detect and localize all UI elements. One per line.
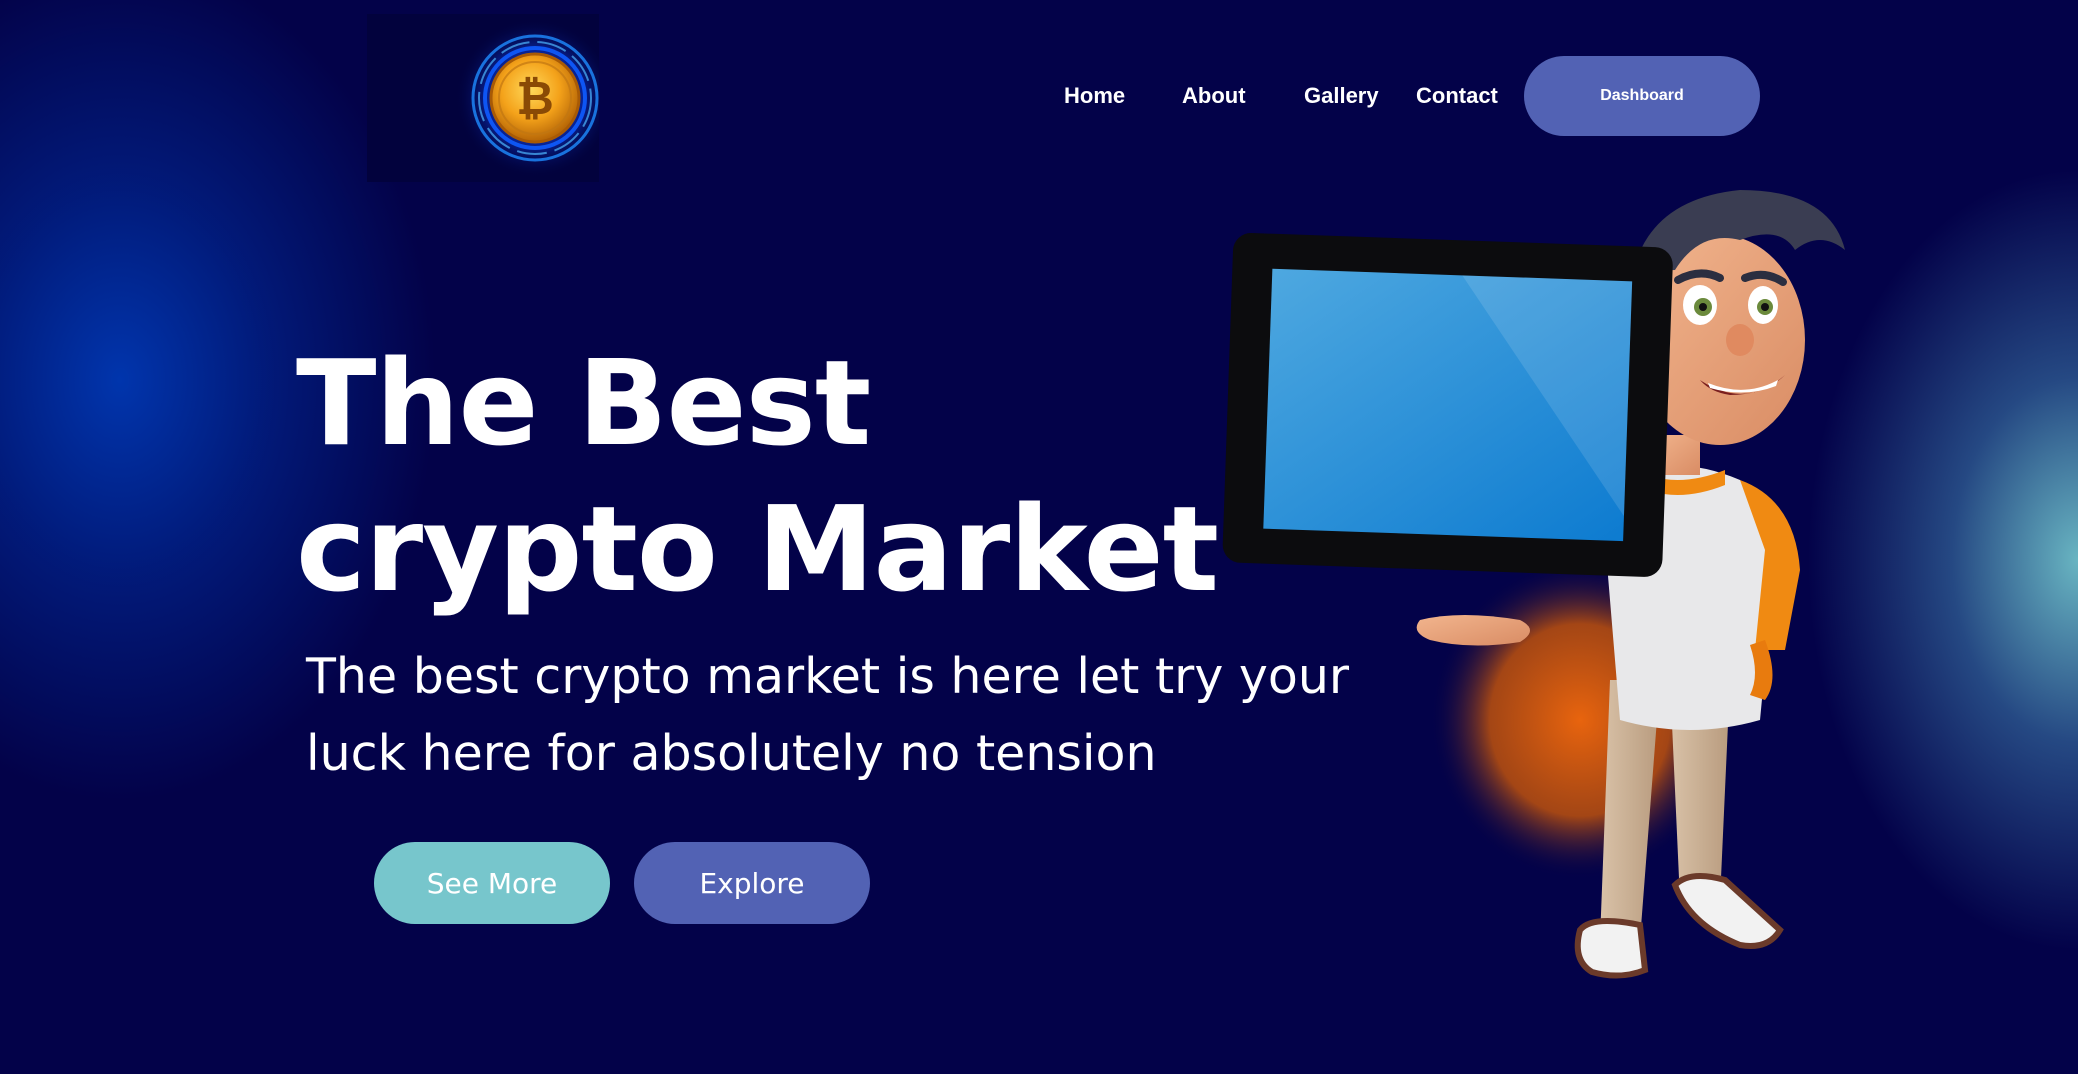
bitcoin-logo[interactable]: ₿: [367, 14, 599, 182]
cartoon-boy-with-tablet-icon: [1222, 190, 1845, 979]
hero-subtitle: The best crypto market is here let try y…: [306, 638, 1366, 792]
dashboard-button[interactable]: Dashboard: [1524, 56, 1760, 136]
hero-title: The Best crypto Market: [296, 330, 1219, 622]
hero-illustration: [1220, 180, 1880, 1040]
explore-button[interactable]: Explore: [634, 842, 870, 924]
hero-subtitle-line-2: luck here for absolutely no tension: [306, 725, 1157, 782]
svg-text:₿: ₿: [516, 71, 554, 125]
nav-gallery-link[interactable]: Gallery: [1304, 83, 1379, 109]
hero-subtitle-line-1: The best crypto market is here let try y…: [306, 648, 1350, 705]
landing-page: ₿ Home About Gallery Contact Dashboard T…: [0, 0, 2078, 1074]
see-more-button[interactable]: See More: [374, 842, 610, 924]
nav-contact-link[interactable]: Contact: [1416, 83, 1498, 109]
nav-home-link[interactable]: Home: [1064, 83, 1125, 109]
hero-title-line-1: The Best: [296, 334, 871, 472]
nav-about-link[interactable]: About: [1182, 83, 1246, 109]
hero-title-line-2: crypto Market: [296, 480, 1219, 618]
bitcoin-coin-icon: ₿: [455, 18, 599, 178]
